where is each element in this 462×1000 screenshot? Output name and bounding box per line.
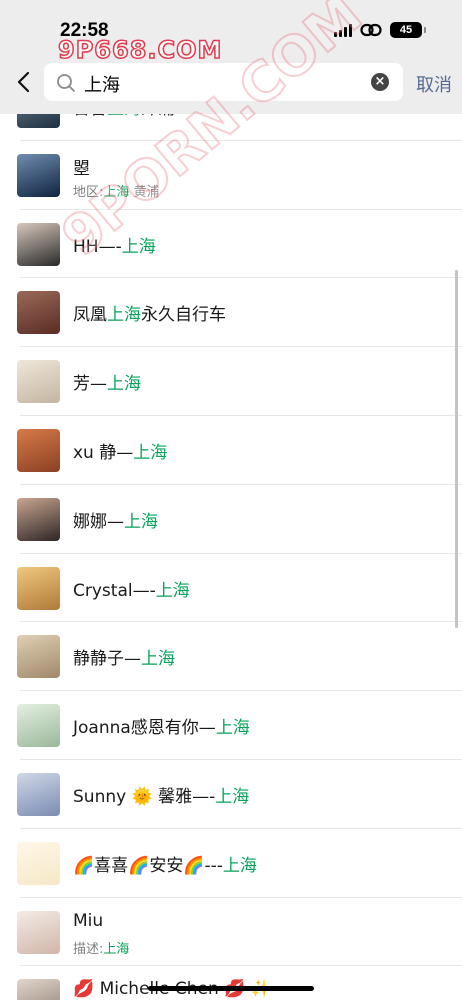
result-row[interactable]: 凤凰上海永久自行车 xyxy=(0,278,462,348)
result-name: 晋普上海洋浦 xyxy=(73,114,175,119)
match-highlight: 上海 xyxy=(103,941,130,957)
watermark-text: 9P668.COM xyxy=(57,35,223,65)
match-highlight: 上海 xyxy=(124,511,158,532)
scrollbar[interactable] xyxy=(455,270,458,628)
result-row[interactable]: Crystal—-上海 xyxy=(0,554,462,623)
match-highlight: 上海 xyxy=(141,649,175,670)
back-button[interactable] xyxy=(14,68,36,98)
result-name: Joanna感恩有你—上海 xyxy=(73,713,250,738)
result-row[interactable]: Joanna感恩有你—上海 xyxy=(0,691,462,760)
match-highlight: 上海 xyxy=(215,786,250,807)
result-name: 凤凰上海永久自行车 xyxy=(73,300,226,325)
avatar xyxy=(17,772,60,816)
match-highlight: 上海 xyxy=(121,236,156,257)
name-text: 芳— xyxy=(73,374,107,395)
avatar xyxy=(17,428,60,472)
result-name: Miu xyxy=(73,911,103,931)
name-text: 🌈喜喜🌈安安🌈--- xyxy=(73,855,223,876)
results-list[interactable]: 晋普上海洋浦曌地区:上海 黄浦HH—-上海凤凰上海永久自行车芳—上海xu 静—上… xyxy=(0,114,462,1000)
result-detail: 描述:上海 xyxy=(73,938,129,957)
result-name: HH—-上海 xyxy=(73,232,156,257)
result-name: 静静子—上海 xyxy=(73,644,175,669)
name-text: 永久自行车 xyxy=(141,305,226,326)
result-row[interactable]: 晋普上海洋浦 xyxy=(0,114,462,141)
name-text: 曌 xyxy=(73,158,90,179)
avatar xyxy=(17,704,60,748)
avatar xyxy=(17,497,60,541)
result-name: 🌈喜喜🌈安安🌈---上海 xyxy=(73,851,257,876)
result-row[interactable]: Sunny 🌞 馨雅—-上海 xyxy=(0,760,462,829)
name-text: xu 静— xyxy=(73,442,134,463)
avatar xyxy=(17,979,60,1000)
avatar xyxy=(17,635,60,679)
search-icon xyxy=(57,74,75,92)
name-text: 静静子— xyxy=(73,649,141,670)
clear-icon[interactable]: × xyxy=(371,73,389,91)
search-header: 上海 × 取消 xyxy=(0,56,462,114)
search-input[interactable]: 上海 × xyxy=(44,63,403,101)
signal-icon xyxy=(334,23,352,37)
match-highlight: 上海 xyxy=(107,374,141,395)
link-icon xyxy=(360,23,382,37)
detail-text: 地区: xyxy=(73,184,104,200)
avatar xyxy=(17,222,60,266)
battery-icon: 45 xyxy=(390,22,426,38)
match-highlight: 上海 xyxy=(133,442,168,463)
status-icons: 45 xyxy=(334,22,426,38)
avatar xyxy=(17,153,60,197)
result-row[interactable]: HH—-上海 xyxy=(0,210,462,279)
match-highlight: 上海 xyxy=(155,580,190,601)
match-highlight: 上海 xyxy=(107,305,141,326)
result-name: 芳—上海 xyxy=(73,369,141,394)
match-highlight: 上海 xyxy=(215,718,250,739)
result-row[interactable]: 娜娜—上海 xyxy=(0,485,462,554)
name-text: Joanna感恩有你— xyxy=(73,718,216,739)
result-name: xu 静—上海 xyxy=(73,438,167,463)
cancel-button[interactable]: 取消 xyxy=(416,71,452,97)
result-row[interactable]: 芳—上海 xyxy=(0,347,462,416)
avatar xyxy=(17,360,60,404)
match-highlight: 上海 xyxy=(222,855,257,876)
match-highlight: 上海 xyxy=(107,114,141,119)
result-name: Crystal—-上海 xyxy=(73,576,190,601)
name-text: 晋普 xyxy=(73,114,107,119)
result-row[interactable]: 🌈喜喜🌈安安🌈---上海 xyxy=(0,829,462,898)
name-text: Sunny 🌞 馨雅—- xyxy=(73,786,216,807)
avatar xyxy=(17,114,60,128)
name-text: 凤凰 xyxy=(73,305,107,326)
chevron-left-icon xyxy=(17,71,30,93)
home-indicator[interactable] xyxy=(148,986,314,991)
avatar xyxy=(17,841,60,885)
result-row[interactable]: 静静子—上海 xyxy=(0,622,462,692)
avatar xyxy=(17,291,60,335)
result-row[interactable]: xu 静—上海 xyxy=(0,416,462,485)
detail-text: 描述: xyxy=(73,941,104,957)
name-text: 娜娜— xyxy=(73,511,124,532)
avatar xyxy=(17,910,60,954)
avatar xyxy=(17,566,60,610)
name-text: Crystal—- xyxy=(73,580,156,601)
result-row[interactable]: 💋 Michelle Chen 💋 ✨描述:上海 247070000 xyxy=(0,966,462,1000)
detail-text: 黄浦 xyxy=(129,184,160,200)
search-query[interactable]: 上海 xyxy=(84,71,120,97)
result-detail: 地区:上海 黄浦 xyxy=(73,181,160,200)
match-highlight: 上海 xyxy=(103,184,130,200)
result-name: Sunny 🌞 馨雅—-上海 xyxy=(73,782,249,807)
name-text: Miu xyxy=(73,910,104,931)
result-row[interactable]: 曌地区:上海 黄浦 xyxy=(0,141,462,210)
result-row[interactable]: Miu 描述:上海 xyxy=(0,898,462,967)
name-text: HH—- xyxy=(73,236,122,257)
result-name: 娜娜—上海 xyxy=(73,507,158,532)
name-text: 洋浦 xyxy=(141,114,175,119)
result-name: 曌 xyxy=(73,154,90,179)
